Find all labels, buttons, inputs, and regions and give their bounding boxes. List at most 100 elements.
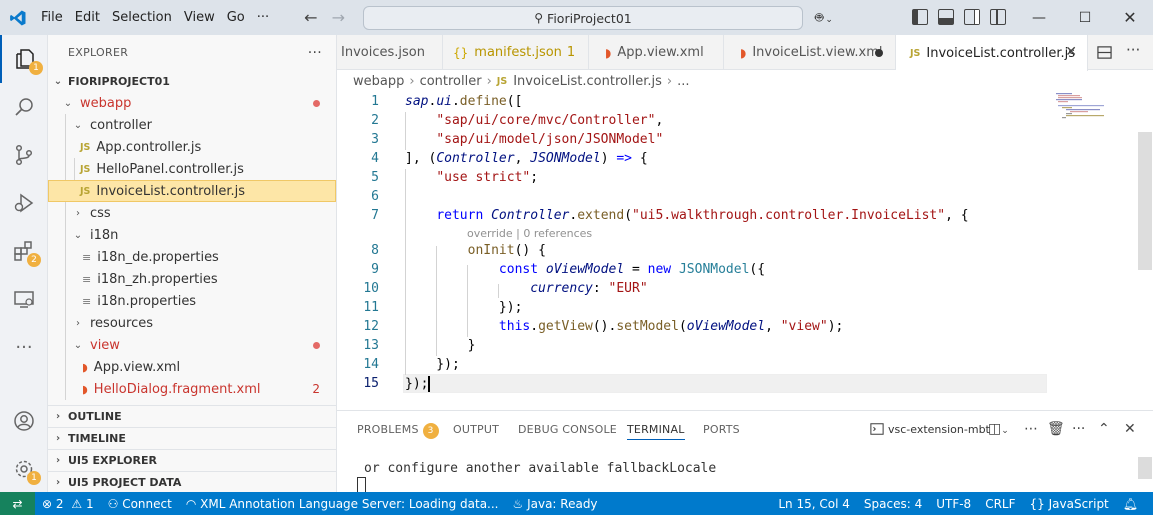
file-i18n-zh[interactable]: ≡ i18n_zh.properties [48,268,336,290]
remote-explorer-icon[interactable] [0,275,48,323]
close-window-button[interactable]: ✕ [1107,0,1153,35]
menu-view[interactable]: View [178,0,221,35]
folder-webapp[interactable]: ⌄ webapp [48,92,336,114]
extensions-icon[interactable]: 2 [0,227,48,275]
run-debug-icon[interactable] [0,179,48,227]
tab-output[interactable]: OUTPUT [453,423,499,436]
menu-edit[interactable]: Edit [69,0,106,35]
line-number: 13 [363,338,379,353]
tab-debug-console[interactable]: DEBUG CONSOLE [518,423,617,436]
menu-selection[interactable]: Selection [106,0,178,35]
terminal-scrollbar[interactable] [1138,457,1152,479]
explorer-icon[interactable]: 1 [0,35,48,83]
editor-scrollbar[interactable] [1138,132,1152,270]
section-ui5-explorer[interactable]: › UI5 EXPLORER [48,449,336,471]
file-i18n-de[interactable]: ≡ i18n_de.properties [48,246,336,268]
file-app-controller[interactable]: JS App.controller.js [48,136,336,158]
connect-status[interactable]: ⚇ Connect [101,497,179,511]
tab-invoicelist-controller-js[interactable]: JS InvoiceList.controller.js ✕ [896,35,1088,71]
editor-more-icon[interactable]: ··· [1126,41,1140,59]
project-root[interactable]: ⌄ FIORIPROJECT01 [48,70,336,92]
toggle-primary-sidebar-icon[interactable] [912,9,928,25]
folder-controller[interactable]: ⌄ controller [48,114,336,136]
encoding[interactable]: UTF-8 [929,497,978,511]
maximize-panel-chevron-up-icon[interactable]: ⌃ [1098,421,1110,437]
settings-gear-icon[interactable]: 1 [0,445,48,493]
end-of-line[interactable]: CRLF [978,497,1022,511]
terminal-more-icon[interactable]: ⋯ [1024,421,1038,437]
tab-app-view-xml[interactable]: ◗ App.view.xml [589,35,724,70]
more-menu-icon[interactable]: ··· [251,0,275,35]
panel-more-icon[interactable]: ··· [1072,421,1085,437]
explorer-more-icon[interactable]: ··· [308,45,322,61]
command-center-search[interactable]: ⚲ FioriProject01 [363,6,803,30]
current-line-highlight [403,374,1047,393]
toggle-panel-icon[interactable] [938,9,954,25]
folder-label: view [90,337,120,353]
more-views-icon[interactable]: ··· [0,323,48,371]
file-hellodialog-fragment[interactable]: ◗ HelloDialog.fragment.xml 2 [48,378,336,400]
cursor-position[interactable]: Ln 15, Col 4 [771,497,857,511]
minimap[interactable] [1052,92,1142,132]
terminal-icon [870,422,884,440]
file-label: i18n_zh.properties [97,271,218,287]
tab-invoices-json[interactable]: Invoices.json [337,35,443,70]
close-panel-icon[interactable]: ✕ [1124,421,1136,437]
minimize-button[interactable]: — [1016,0,1062,35]
tab-manifest-json[interactable]: {} manifest.json 1 [443,35,589,70]
line-number: 3 [371,132,379,147]
terminal-name[interactable]: vsc-extension-mbt [888,423,990,436]
accounts-icon[interactable] [0,397,48,445]
menu-file[interactable]: File [35,0,69,35]
line-number: 14 [363,357,379,372]
tab-invoicelist-view-xml[interactable]: ◗ InvoiceList.view.xml [724,35,896,70]
notifications-bell-icon[interactable]: 🔔︎ [1116,497,1145,511]
breadcrumb-file[interactable]: InvoiceList.controller.js [513,74,662,89]
breadcrumb-controller[interactable]: controller [420,74,482,89]
tab-terminal[interactable]: TERMINAL [627,423,685,440]
source-control-icon[interactable] [0,131,48,179]
customize-layout-icon[interactable] [990,9,1006,25]
kill-terminal-trash-icon[interactable]: 🗑︎ [1047,421,1065,437]
folder-resources[interactable]: › resources [48,312,336,334]
folder-view[interactable]: ⌄ view [48,334,336,356]
file-i18n[interactable]: ≡ i18n.properties [48,290,336,312]
toggle-secondary-sidebar-icon[interactable] [964,9,980,25]
breadcrumb-symbol[interactable]: ... [677,74,689,89]
section-ui5-project-data[interactable]: › UI5 PROJECT DATA [48,471,336,493]
remote-indicator-icon[interactable]: ⇄ [0,492,35,515]
code-editor[interactable]: 1 2 3 4 5 6 7 8 9 10 11 12 13 14 15 sap.… [337,92,1153,410]
tab-ports[interactable]: PORTS [703,423,740,436]
folder-css[interactable]: › css [48,202,336,224]
split-editor-icon[interactable] [1097,45,1112,64]
line-number: 9 [371,262,379,277]
section-outline[interactable]: › OUTLINE [48,405,336,427]
section-timeline[interactable]: › TIMELINE [48,427,336,449]
properties-file-icon: ≡ [82,294,92,308]
maximize-button[interactable]: ☐ [1062,0,1108,35]
java-status[interactable]: ♨ Java: Ready [505,497,604,511]
tab-label: InvoiceList.view.xml [752,45,883,60]
file-hellopanel-controller[interactable]: JS HelloPanel.controller.js [48,158,336,180]
menu-go[interactable]: Go [221,0,251,35]
line-number: 8 [371,243,379,258]
breadcrumb-webapp[interactable]: webapp [353,74,404,89]
error-count: 2 [55,496,64,511]
error-icon: ⊗ [42,496,53,511]
problems-status[interactable]: ⊗ 2 ⚠ 1 [35,497,101,511]
file-invoicelist-controller[interactable]: JS InvoiceList.controller.js [48,180,336,202]
split-terminal-icon[interactable]: ◫⌄ [988,421,1009,437]
back-arrow-icon[interactable]: ← [297,8,324,27]
xml-language-server-status[interactable]: ◠ XML Annotation Language Server: Loadin… [179,497,506,511]
codelens-references[interactable]: override | 0 references [467,227,592,240]
folder-i18n[interactable]: ⌄ i18n [48,224,336,246]
search-view-icon[interactable] [0,83,48,131]
copilot-icon[interactable]: 🤖︎ ⌄ [815,8,833,28]
file-app-view[interactable]: ◗ App.view.xml [48,356,336,378]
forward-arrow-icon[interactable]: → [325,8,352,27]
indentation[interactable]: Spaces: 4 [857,497,929,511]
language-mode[interactable]: {} JavaScript [1023,497,1116,511]
chevron-right-icon: › [76,207,80,219]
close-tab-icon[interactable]: ✕ [1065,44,1077,60]
tab-problems[interactable]: PROBLEMS 3 [357,423,439,439]
